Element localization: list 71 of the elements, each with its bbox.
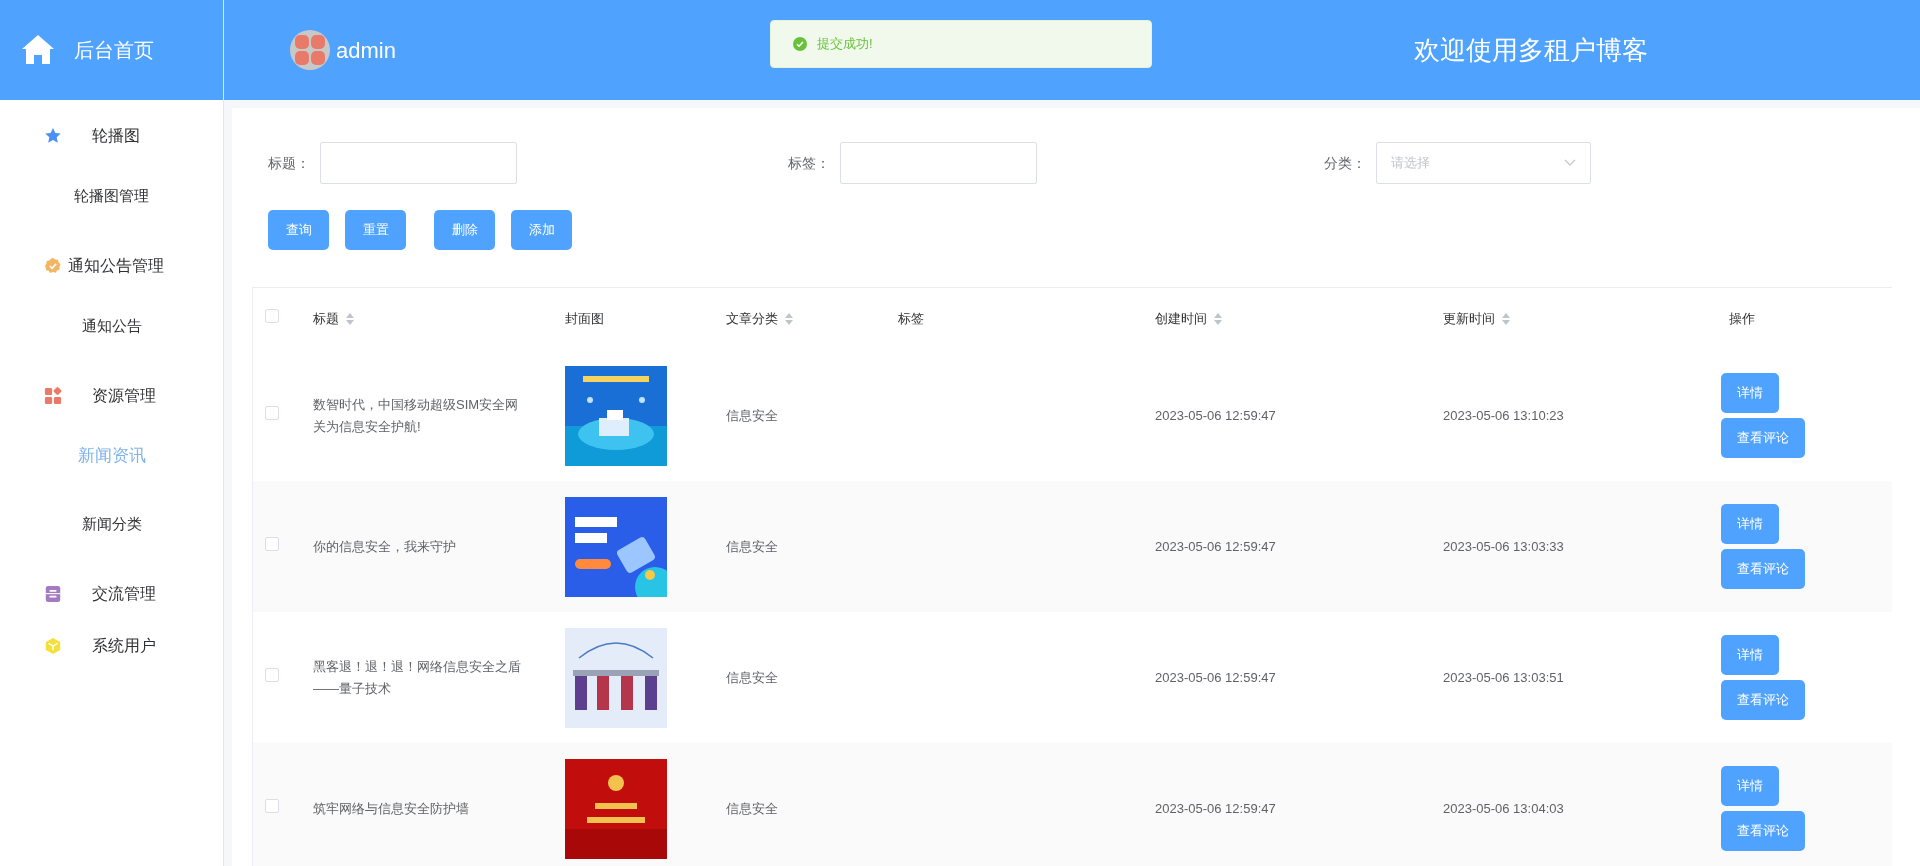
table-cell: 2023-05-06 13:04:03	[1443, 800, 1564, 816]
checkbox[interactable]	[265, 798, 279, 813]
table-cell: 信息安全	[726, 407, 778, 423]
check-circle-icon	[793, 37, 807, 51]
avatar	[290, 30, 330, 70]
column-header: 封面图	[565, 310, 604, 329]
menu-item[interactable]: 新闻分类	[0, 490, 223, 558]
menu-group[interactable]: 资源管理	[0, 370, 223, 422]
table-cell: 信息安全	[726, 669, 778, 685]
table-cell: 2023-05-06 13:03:51	[1443, 669, 1564, 685]
row-action-button[interactable]: 详情	[1721, 635, 1779, 675]
user-name: admin	[336, 36, 396, 65]
menu-group[interactable]: 系统用户	[0, 620, 223, 672]
row-action-button[interactable]: 查看评论	[1721, 680, 1805, 720]
menu-item[interactable]: 新闻资讯	[0, 422, 223, 490]
column-header: 文章分类	[726, 310, 778, 329]
table-cell-text: 数智时代，中国移动超级SIM安全网关为信息安全护航!	[313, 395, 520, 436]
sort-icon[interactable]	[345, 312, 355, 326]
table-cell-text: 筑牢网络与信息安全防护墙	[313, 799, 470, 818]
column-header: 创建时间	[1155, 310, 1207, 329]
table-cell: 2023-05-06 12:59:47	[1155, 407, 1276, 423]
input-field[interactable]	[320, 142, 517, 184]
archive-icon	[44, 585, 62, 603]
toast-message: 提交成功!	[817, 35, 873, 54]
input-field[interactable]	[840, 142, 1037, 184]
table-cell: 2023-05-06 13:10:23	[1443, 407, 1564, 423]
action-button[interactable]: 添加	[511, 210, 572, 250]
row-action-button[interactable]: 详情	[1721, 766, 1779, 806]
row-action-button[interactable]: 查看评论	[1721, 811, 1805, 851]
filter-label: 分类：	[1324, 153, 1366, 173]
row-action-button[interactable]: 查看评论	[1721, 418, 1805, 458]
cube-icon	[44, 637, 62, 655]
column-header: 操作	[1729, 310, 1755, 329]
table-cell-text: 你的信息安全，我来守护	[313, 537, 457, 556]
checkbox[interactable]	[265, 667, 279, 682]
filter-label: 标签：	[788, 153, 830, 173]
table-cell: 信息安全	[726, 538, 778, 554]
menu-group[interactable]: 交流管理	[0, 568, 223, 620]
welcome-title: 欢迎使用多租户博客	[1414, 33, 1648, 67]
column-header: 标题	[313, 310, 339, 329]
menu-item[interactable]: 轮播图管理	[0, 162, 223, 230]
badge-check-icon	[44, 257, 62, 275]
table-cell: 信息安全	[726, 800, 778, 816]
menu-group[interactable]: 通知公告管理	[0, 240, 223, 292]
column-header: 更新时间	[1443, 310, 1495, 329]
table-cell: 2023-05-06 12:59:47	[1155, 538, 1276, 554]
filter-label: 标题：	[268, 153, 310, 173]
home-link[interactable]: 后台首页	[0, 0, 223, 100]
sort-icon[interactable]	[784, 312, 794, 326]
table-cell: 2023-05-06 13:03:33	[1443, 538, 1564, 554]
sort-icon[interactable]	[1501, 312, 1511, 326]
row-action-button[interactable]: 详情	[1721, 373, 1779, 413]
checkbox[interactable]	[265, 405, 279, 420]
table-cell-text: 黑客退！退！退！网络信息安全之盾——量子技术	[313, 657, 522, 698]
column-header: 标签	[898, 310, 924, 329]
menu-item[interactable]: 通知公告	[0, 292, 223, 360]
grid-icon	[44, 387, 62, 405]
action-button[interactable]: 查询	[268, 210, 329, 250]
row-action-button[interactable]: 查看评论	[1721, 549, 1805, 589]
star-icon	[44, 127, 62, 145]
checkbox[interactable]	[265, 536, 279, 551]
menu-group[interactable]: 轮播图	[0, 110, 223, 162]
row-action-button[interactable]: 详情	[1721, 504, 1779, 544]
action-button[interactable]: 重置	[345, 210, 406, 250]
table-cell: 2023-05-06 12:59:47	[1155, 669, 1276, 685]
checkbox[interactable]	[265, 309, 279, 324]
action-button[interactable]: 删除	[434, 210, 495, 250]
chevron-down-icon	[1564, 159, 1576, 167]
table-cell: 2023-05-06 12:59:47	[1155, 800, 1276, 816]
sort-icon[interactable]	[1213, 312, 1223, 326]
select-field[interactable]: 请选择	[1376, 142, 1591, 184]
